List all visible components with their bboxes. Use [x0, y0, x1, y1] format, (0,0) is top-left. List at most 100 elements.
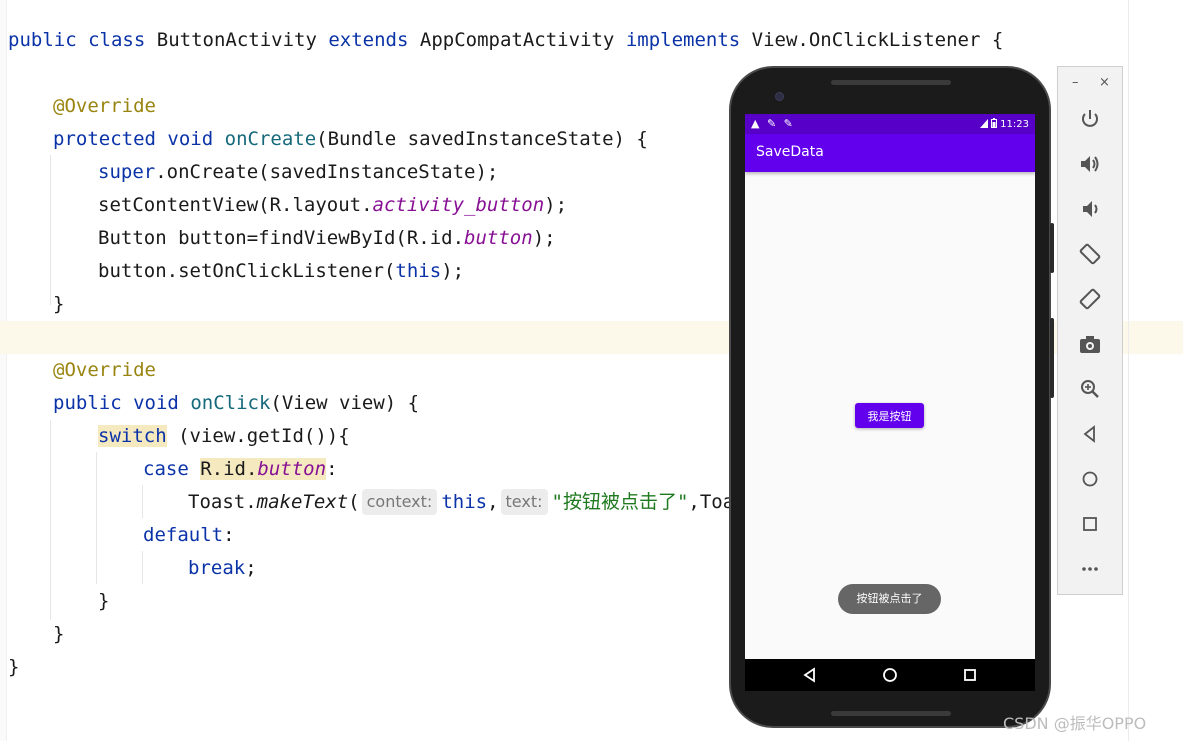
string-literal: "按钮被点击了": [551, 491, 689, 513]
code-line-9[interactable]: @Override: [53, 354, 156, 387]
code-text: );: [544, 194, 568, 216]
device-screen[interactable]: ▲ ✎ ✎ 11:23 SaveData 我是按钮 按钮被点击了: [745, 114, 1035, 691]
code-line-15[interactable]: break;: [188, 552, 257, 585]
back-icon[interactable]: [1077, 421, 1103, 447]
code-line-13[interactable]: Toast.makeText(context: this, text: "按钮被点击了…: [188, 486, 757, 519]
home-icon[interactable]: [1077, 466, 1103, 492]
status-right: 11:23: [979, 118, 1029, 130]
rotate-right-icon[interactable]: [1077, 286, 1103, 312]
code-text: );: [441, 260, 465, 282]
code-line-16[interactable]: }: [98, 585, 109, 618]
code-line-1[interactable]: public class ButtonActivity extends AppC…: [8, 24, 1003, 57]
code-text: setContentView(R.layout.: [98, 194, 373, 216]
resource-id: activity_button: [372, 194, 545, 216]
brace: }: [8, 656, 20, 678]
clock: 11:23: [1000, 119, 1029, 130]
overview-icon[interactable]: [1077, 511, 1103, 537]
editor-gutter: [0, 0, 7, 741]
method-name: onClick: [190, 392, 271, 414]
parameter-hint: text:: [500, 489, 548, 515]
indent-guide: [50, 155, 51, 305]
code-line-14[interactable]: default:: [143, 519, 235, 552]
keyword: case: [143, 458, 189, 480]
app-bar: SaveData: [745, 134, 1035, 172]
code-text: (view.getId()){: [166, 425, 350, 447]
code-text: (: [348, 491, 360, 513]
resource-id: button: [464, 227, 533, 249]
back-nav-icon[interactable]: [801, 666, 819, 684]
code-line-2[interactable]: @Override: [53, 90, 156, 123]
brace: }: [53, 623, 65, 645]
code-text: (View view) {: [270, 392, 420, 414]
brace: }: [53, 293, 65, 315]
volume-down-icon[interactable]: [1077, 196, 1103, 222]
keyword: void: [167, 128, 214, 150]
indent-guide: [142, 551, 143, 584]
code-line-4[interactable]: super.onCreate(savedInstanceState);: [98, 156, 498, 189]
annotation: @Override: [53, 359, 156, 381]
indent-guide: [50, 420, 51, 620]
indent-guide: [96, 452, 97, 584]
zoom-icon[interactable]: [1077, 376, 1103, 402]
front-camera: [775, 92, 784, 101]
notification-icons: ▲ ✎ ✎: [751, 117, 795, 130]
keyword: public: [8, 29, 77, 51]
volume-up-icon[interactable]: [1077, 151, 1103, 177]
bottom-speaker: [831, 711, 951, 716]
code-line-3[interactable]: protected void onCreate(Bundle savedInst…: [53, 123, 648, 156]
code-line-5[interactable]: setContentView(R.layout.activity_button)…: [98, 189, 567, 222]
code-line-11[interactable]: switch (view.getId()){: [98, 420, 350, 453]
code-line-7[interactable]: button.setOnClickListener(this);: [98, 255, 464, 288]
annotation: @Override: [53, 95, 156, 117]
right-margin-guide: [1128, 0, 1129, 741]
recents-nav-icon[interactable]: [961, 666, 979, 684]
code-line-18[interactable]: }: [8, 651, 19, 684]
keyword: default: [143, 524, 224, 546]
code-line-6[interactable]: Button button=findViewById(R.id.button);: [98, 222, 556, 255]
brace: }: [98, 590, 110, 612]
code-text: .onCreate(savedInstanceState);: [155, 161, 499, 183]
side-button: [1050, 318, 1054, 398]
emulator-device: ▲ ✎ ✎ 11:23 SaveData 我是按钮 按钮被点击了: [729, 66, 1054, 728]
parameter-hint: context:: [361, 489, 438, 515]
method-call: makeText: [256, 491, 349, 513]
code-line-10[interactable]: public void onClick(View view) {: [53, 387, 419, 420]
interface-name: View.OnClickListener: [751, 29, 981, 51]
toast-message: 按钮被点击了: [838, 584, 941, 614]
code-text: button.setOnClickListener(: [98, 260, 396, 282]
keyword: implements: [625, 29, 741, 51]
keyword: this: [395, 260, 442, 282]
rotate-left-icon[interactable]: [1077, 241, 1103, 267]
keyword: void: [133, 392, 179, 414]
keyword: this: [441, 491, 488, 513]
app-title: SaveData: [756, 144, 824, 160]
keyword: protected: [53, 128, 156, 150]
more-icon[interactable]: [1077, 556, 1103, 582]
main-button[interactable]: 我是按钮: [855, 403, 924, 428]
superclass-name: AppCompatActivity: [419, 29, 615, 51]
code-text: (Bundle savedInstanceState) {: [316, 128, 648, 150]
earpiece-speaker: [831, 80, 951, 85]
watermark: CSDN @振华OPPO: [1003, 714, 1147, 733]
code-text: ;: [245, 557, 257, 579]
code-text: Toast.: [188, 491, 257, 513]
code-line-12[interactable]: case R.id.button:: [143, 453, 338, 486]
indent-guide: [142, 485, 143, 518]
code-line-8[interactable]: }: [53, 288, 64, 321]
navigation-bar: [745, 659, 1035, 691]
power-icon[interactable]: [1077, 106, 1103, 132]
code-text: Button button=findViewById(R.id.: [98, 227, 465, 249]
keyword: break: [188, 557, 246, 579]
emulator-toolbar: – ×: [1057, 66, 1123, 595]
minimize-button[interactable]: –: [1072, 75, 1079, 90]
close-button[interactable]: ×: [1099, 75, 1110, 90]
code-text: :: [223, 524, 235, 546]
keyword-highlighted: switch: [98, 425, 167, 447]
code-text: ,: [487, 491, 499, 513]
class-name: ButtonActivity: [156, 29, 317, 51]
brace: {: [991, 29, 1004, 51]
battery-icon: [990, 118, 997, 128]
home-nav-icon[interactable]: [881, 666, 899, 684]
camera-icon[interactable]: [1077, 331, 1103, 357]
code-line-17[interactable]: }: [53, 618, 64, 651]
